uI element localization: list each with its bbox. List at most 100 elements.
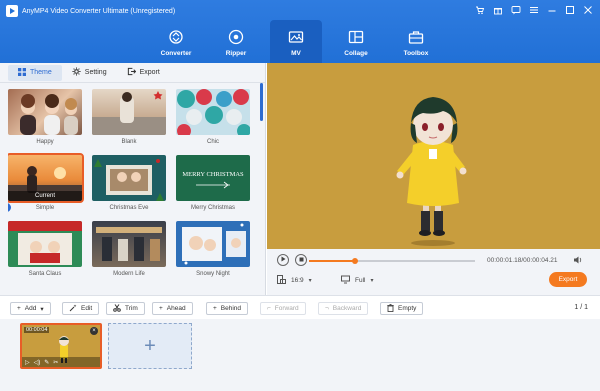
magic-wand-icon[interactable]: ✎ — [44, 359, 49, 366]
theme-panel: Theme Setting Export Happy Blank Chic Cu… — [0, 63, 266, 295]
theme-scrollbar[interactable] — [260, 83, 263, 121]
theme-modern-life[interactable]: Modern Life — [92, 221, 166, 277]
behind-label: Behind — [220, 305, 242, 312]
cart-icon[interactable] — [474, 4, 486, 16]
theme-name: Snowy Night — [196, 271, 230, 277]
nav-toolbox[interactable]: Toolbox — [390, 20, 442, 63]
theme-name: Happy — [36, 139, 54, 145]
aspect-ratio-value: 16:9 — [291, 277, 304, 284]
theme-santa-claus[interactable]: Santa Claus — [8, 221, 82, 277]
behind-button[interactable]: + Behind — [206, 302, 249, 315]
window-controls — [474, 4, 594, 16]
theme-merry-christmas[interactable]: MERRY CHRISTMAS Merry Christmas — [176, 155, 250, 211]
theme-name: Christmas Eve — [109, 205, 149, 211]
theme-name: Chic — [206, 139, 219, 145]
nav-collage[interactable]: Collage — [330, 20, 382, 63]
add-button[interactable]: + Add ▾ — [10, 302, 51, 315]
forward-icon: ⌐ — [267, 305, 271, 312]
nav-converter-label: Converter — [160, 50, 192, 57]
empty-label: Empty — [398, 305, 417, 312]
plus-icon: + — [213, 305, 217, 312]
theme-christmas-eve[interactable]: Christmas Eve — [92, 155, 166, 211]
stop-icon — [299, 257, 304, 264]
close-icon[interactable]: × — [90, 327, 98, 335]
gift-icon[interactable] — [492, 4, 504, 16]
aspect-ratio-icon — [277, 275, 286, 286]
edit-toolbar: + Add ▾ Edit Trim + Ahead + Behind ⌐ For… — [0, 295, 600, 319]
theme-simple[interactable]: Current ✓ Simple — [8, 153, 84, 212]
current-badge: Current — [8, 191, 82, 201]
menu-icon[interactable] — [528, 4, 540, 16]
theme-happy[interactable]: Happy — [8, 89, 82, 145]
export-button[interactable]: Export — [549, 272, 587, 287]
stop-button[interactable] — [295, 254, 307, 266]
empty-button[interactable]: Empty — [380, 302, 424, 315]
trim-button[interactable]: Trim — [106, 302, 145, 315]
grid-icon — [18, 67, 26, 78]
backward-icon: ¬ — [325, 305, 329, 312]
merry-christmas-text: MERRY CHRISTMAS — [182, 171, 244, 178]
feedback-icon[interactable] — [510, 4, 522, 16]
seek-bar[interactable] — [309, 258, 475, 264]
monitor-icon — [341, 275, 350, 286]
clip-duration: 00:00:04 — [24, 327, 50, 333]
converter-icon — [168, 29, 184, 45]
theme-thumbnail — [92, 89, 166, 135]
add-clip-slot[interactable]: + — [108, 323, 192, 369]
play-icon[interactable]: ▷ — [25, 359, 30, 366]
scissors-icon — [113, 303, 121, 314]
theme-thumbnail — [92, 221, 166, 267]
theme-snowy-night[interactable]: Snowy Night — [176, 221, 250, 277]
theme-thumbnail — [176, 89, 250, 135]
plus-icon: + — [144, 334, 156, 357]
chevron-down-icon: ▾ — [370, 278, 374, 284]
play-button[interactable] — [277, 254, 289, 266]
title-bar: AnyMP4 Video Converter Ultimate (Unregis… — [0, 0, 600, 63]
chevron-down-icon: ▾ — [308, 278, 312, 284]
ripper-icon — [228, 29, 244, 45]
plus-icon: + — [17, 305, 21, 312]
theme-blank[interactable]: Blank — [92, 89, 166, 145]
seek-bar-fill — [309, 260, 356, 262]
edit-button[interactable]: Edit — [62, 302, 100, 315]
theme-name: Modern Life — [113, 271, 145, 277]
backward-button[interactable]: ¬ Backward — [318, 302, 369, 315]
nav-converter[interactable]: Converter — [150, 20, 202, 63]
volume-icon[interactable] — [573, 255, 583, 267]
theme-thumbnail — [8, 221, 82, 267]
volume-icon[interactable]: ◁) — [34, 359, 41, 366]
ahead-label: Ahead — [166, 305, 186, 312]
panel-tabs: Theme Setting Export — [0, 63, 265, 83]
view-mode-select[interactable]: Full ▾ — [341, 275, 374, 286]
theme-chic[interactable]: Chic — [176, 89, 250, 145]
theme-name: Merry Christmas — [190, 205, 235, 211]
tab-theme[interactable]: Theme — [8, 64, 62, 81]
trim-label: Trim — [125, 305, 138, 312]
close-icon[interactable] — [582, 4, 594, 16]
theme-thumbnail — [176, 221, 250, 267]
nav-ripper[interactable]: Ripper — [210, 20, 262, 63]
gear-icon — [72, 67, 81, 78]
ahead-button[interactable]: + Ahead — [152, 302, 193, 315]
maximize-icon[interactable] — [564, 4, 576, 16]
tab-setting[interactable]: Setting — [62, 65, 117, 81]
tab-setting-label: Setting — [84, 69, 107, 76]
tab-export[interactable]: Export — [117, 65, 170, 81]
scissors-icon[interactable]: ✂ — [53, 359, 58, 366]
forward-label: Forward — [274, 305, 299, 312]
theme-name: Santa Claus — [28, 271, 62, 277]
minimize-icon[interactable] — [546, 4, 558, 16]
clip-actions: ▷ ◁) ✎ ✂ — [22, 357, 100, 367]
add-label: Add — [24, 305, 37, 312]
nav-toolbox-label: Toolbox — [403, 50, 429, 57]
backward-label: Backward — [332, 305, 362, 312]
edit-label: Edit — [81, 305, 93, 312]
nav-mv[interactable]: MV — [270, 20, 322, 63]
video-preview — [267, 63, 600, 249]
timeline-clip[interactable]: 00:00:04 × ▷ ◁) ✎ ✂ — [20, 323, 102, 369]
app-title-text: AnyMP4 Video Converter Ultimate (Unregis… — [22, 7, 176, 15]
forward-button[interactable]: ⌐ Forward — [260, 302, 306, 315]
nav-collage-label: Collage — [344, 50, 368, 57]
seek-knob[interactable] — [352, 258, 359, 264]
aspect-ratio-select[interactable]: 16:9 ▾ — [277, 275, 312, 286]
